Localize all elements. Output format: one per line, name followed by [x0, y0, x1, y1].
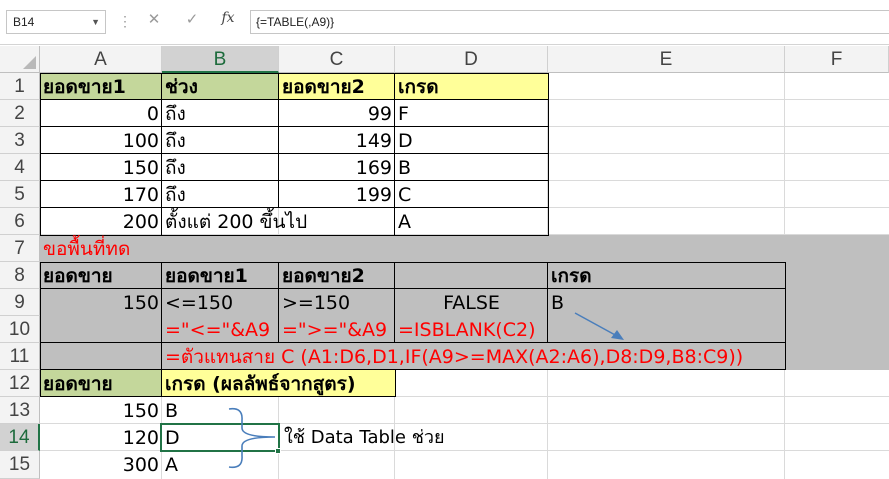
arrow-icon: [574, 312, 624, 340]
annotation-shapes: [228, 312, 624, 469]
brace-icon: [228, 407, 276, 469]
